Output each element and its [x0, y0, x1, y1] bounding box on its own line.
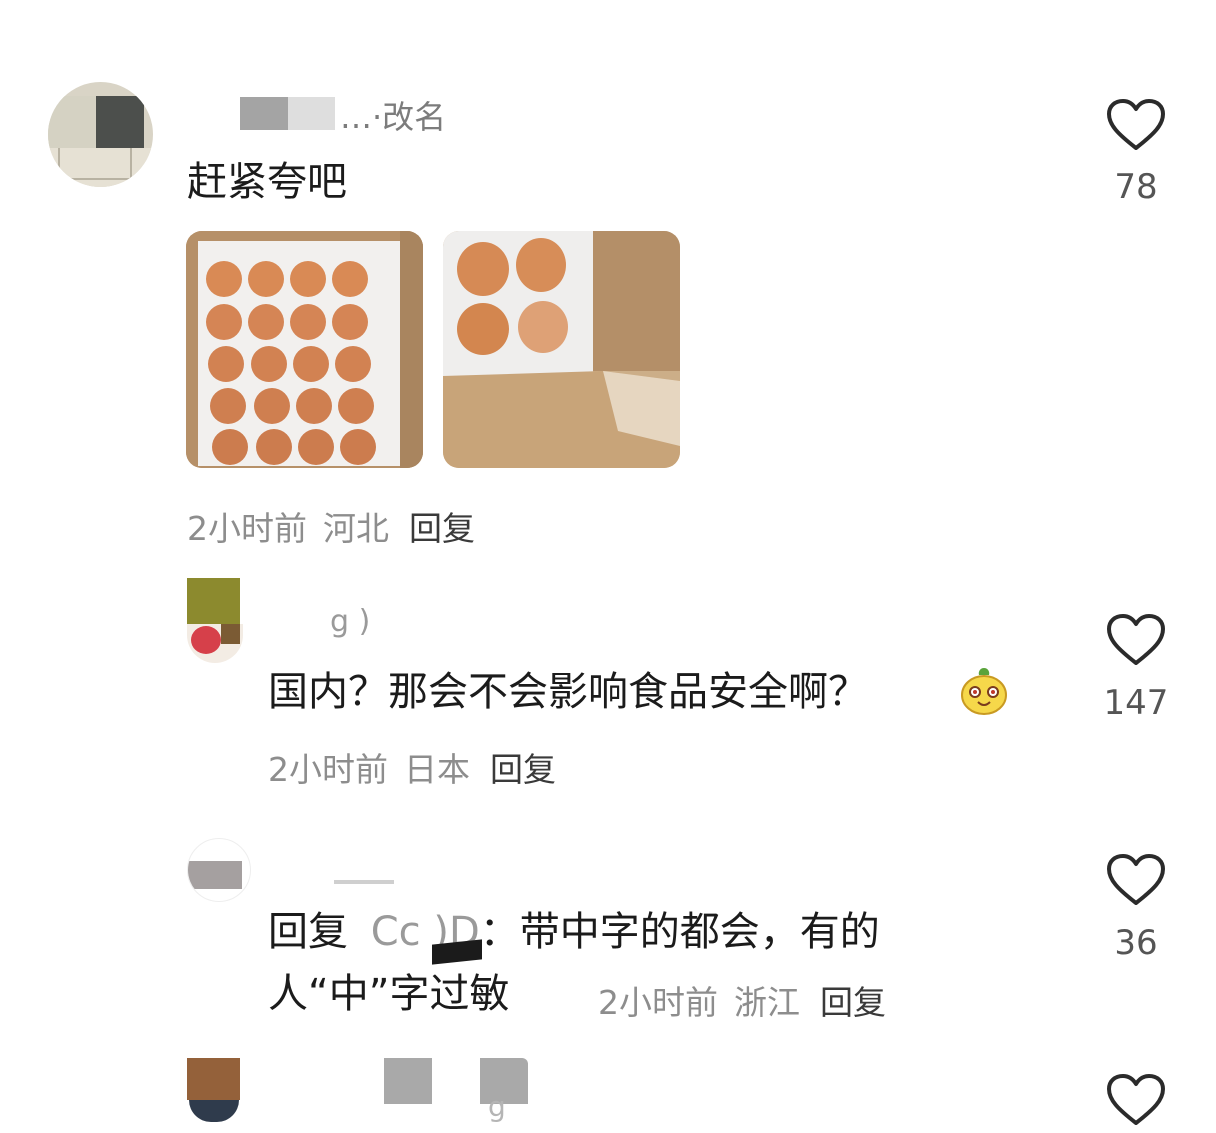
comment-text: 赶紧夸吧 — [187, 159, 347, 205]
like-count: 78 — [1114, 167, 1158, 207]
comment-meta: 2小时前 日本 回复 — [268, 743, 556, 791]
reply-button[interactable]: 回复 — [490, 750, 556, 789]
username[interactable]: g — [488, 1090, 506, 1123]
avatar[interactable] — [187, 578, 243, 663]
heart-icon — [1107, 854, 1165, 905]
comment-text: 国内？那会不会影响食品安全啊？ — [268, 669, 868, 715]
ip-location: 日本 — [404, 750, 470, 789]
heart-icon — [1107, 99, 1165, 150]
eggs-tray-image — [186, 231, 423, 468]
username[interactable]: g ) — [330, 604, 370, 639]
avatar[interactable] — [187, 838, 251, 902]
mention-redaction — [432, 939, 482, 965]
like-button[interactable] — [1106, 98, 1166, 152]
comment-meta: 2小时前 河北 回复 — [187, 502, 475, 550]
reply-prefix: 回复 — [268, 909, 348, 955]
username-mosaic — [240, 97, 335, 130]
like-button[interactable] — [1106, 853, 1166, 907]
heart-icon — [1107, 614, 1165, 665]
eggs-box-image — [443, 231, 680, 468]
timestamp: 2小时前 — [187, 509, 307, 548]
eggs-box-photo[interactable] — [443, 231, 680, 468]
heart-icon — [1107, 1074, 1165, 1125]
like-button[interactable] — [1106, 613, 1166, 667]
ip-location: 河北 — [323, 509, 389, 548]
like-count: 36 — [1114, 923, 1158, 963]
ip-location: 浙江 — [734, 983, 800, 1022]
smiling-pear-emoji — [958, 664, 1010, 716]
username-mosaic — [384, 1058, 529, 1104]
comment-text-line2: 人“中”字过敏 — [268, 971, 510, 1017]
username[interactable]: …·改名 — [340, 92, 446, 138]
avatar[interactable] — [48, 82, 153, 187]
like-button[interactable] — [1106, 1073, 1166, 1127]
comment-text-line1: 回复 Cc )D：带中字的都会，有的 — [268, 909, 880, 955]
eggs-tray-photo[interactable] — [186, 231, 423, 468]
username-redacted — [334, 880, 394, 884]
reply-button[interactable]: 回复 — [409, 509, 475, 548]
like-count: 147 — [1103, 683, 1169, 723]
timestamp: 2小时前 — [598, 983, 718, 1022]
avatar[interactable] — [187, 1058, 243, 1133]
timestamp: 2小时前 — [268, 750, 388, 789]
reply-button[interactable]: 回复 — [820, 983, 886, 1022]
comment-meta: 2小时前 浙江 回复 — [598, 976, 886, 1024]
